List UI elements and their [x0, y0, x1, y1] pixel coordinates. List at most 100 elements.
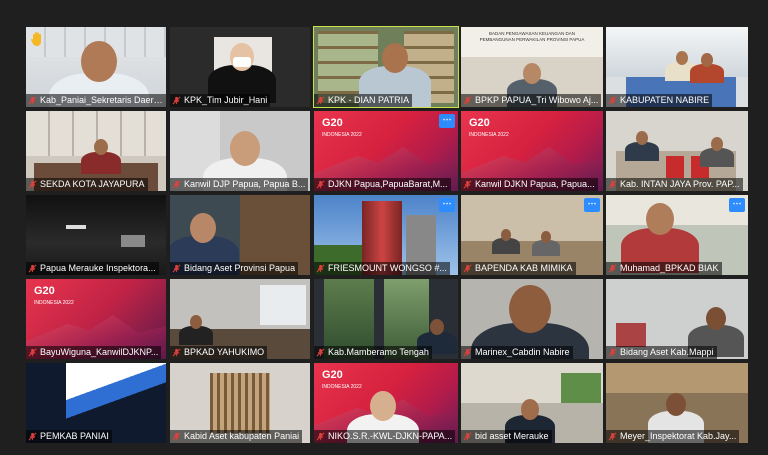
participant-tile[interactable]: ⋯ FRIESMOUNT WONGSO #... — [314, 195, 458, 275]
participant-tile[interactable]: ⋯ BAPENDA KAB MIMIKA — [461, 195, 603, 275]
participant-tile[interactable]: BPKAD YAHUKIMO — [170, 279, 310, 359]
participant-name: KPK_Tim Jubir_Hani — [184, 95, 268, 105]
participant-name: KPK - DIAN PATRIA — [328, 95, 410, 105]
participant-name-bar: FRIESMOUNT WONGSO #... — [314, 262, 450, 275]
muted-mic-icon — [608, 432, 617, 441]
muted-mic-icon — [463, 432, 472, 441]
participant-name: Kabid Aset kabupaten Paniai — [184, 431, 300, 441]
participant-name-bar: BPKAD YAHUKIMO — [170, 346, 268, 359]
participant-name-bar: BAPENDA KAB MIMIKA — [461, 262, 576, 275]
participant-name-bar: Muhamad_BPKAD BIAK — [606, 262, 722, 275]
participant-name-bar: Marinex_Cabdin Nabire — [461, 346, 573, 359]
muted-mic-icon — [316, 264, 325, 273]
participant-name: DJKN Papua,PapuaBarat,M... — [328, 179, 448, 189]
participant-name: Bidang Aset Kab.Mappi — [620, 347, 714, 357]
participant-tile[interactable]: Kanwil DJP Papua, Papua B... — [170, 111, 310, 191]
participant-name: Kanwil DJP Papua, Papua B... — [184, 179, 306, 189]
participant-tile[interactable]: KABUPATEN NABIRE — [606, 27, 748, 107]
participant-name: FRIESMOUNT WONGSO #... — [328, 263, 447, 273]
muted-mic-icon — [172, 348, 181, 357]
participant-tile[interactable]: ⋯ Muhamad_BPKAD BIAK — [606, 195, 748, 275]
participant-name: NIKO.S.R.-KWL-DJKN-PAPA... — [328, 431, 453, 441]
participant-name-bar: Papua Merauke Inspektora... — [26, 262, 159, 275]
participant-tile[interactable]: Kab.Mamberamo Tengah — [314, 279, 458, 359]
participant-tile[interactable]: G20 INDONESIA 2022 BayuWiguna_KanwilDJKNP… — [26, 279, 166, 359]
muted-mic-icon — [172, 432, 181, 441]
muted-mic-icon — [463, 180, 472, 189]
participant-name: SEKDA KOTA JAYAPURA — [40, 179, 145, 189]
muted-mic-icon — [463, 96, 472, 105]
g20-subtitle: INDONESIA 2022 — [34, 300, 74, 306]
participant-name: Marinex_Cabdin Nabire — [475, 347, 570, 357]
participant-name: bid asset Merauke — [475, 431, 549, 441]
muted-mic-icon — [316, 348, 325, 357]
more-options-button[interactable]: ⋯ — [439, 198, 455, 212]
participant-tile[interactable]: Kabid Aset kabupaten Paniai — [170, 363, 310, 443]
participant-tile[interactable]: KPK - DIAN PATRIA — [313, 26, 459, 108]
muted-mic-icon — [28, 264, 37, 273]
participant-tile[interactable]: Kab_Paniai_Sekretaris Daerah_... — [26, 27, 166, 107]
muted-mic-icon — [172, 180, 181, 189]
g20-title: G20 — [322, 369, 343, 381]
muted-mic-icon — [172, 264, 181, 273]
participant-name-bar: Kab. INTAN JAYA Prov. PAP... — [606, 178, 743, 191]
participant-name-bar: BPKP PAPUA_Tri Wibowo Aj... — [461, 94, 602, 107]
participant-name: BPKAD YAHUKIMO — [184, 347, 265, 357]
more-options-button[interactable]: ⋯ — [584, 198, 600, 212]
participant-name-bar: Kabid Aset kabupaten Paniai — [170, 430, 303, 443]
muted-mic-icon — [28, 96, 37, 105]
participant-name: BayuWiguna_KanwilDJKNP... — [40, 347, 159, 357]
participant-name-bar: Bidang Aset Kab.Mappi — [606, 346, 717, 359]
muted-mic-icon — [463, 264, 472, 273]
participant-name: Kanwil DJKN Papua, Papua... — [475, 179, 595, 189]
g20-title: G20 — [469, 117, 490, 129]
participant-name: Meyer_Inspektorat Kab.Jay... — [620, 431, 737, 441]
video-grid: Kab_Paniai_Sekretaris Daerah_... KPK_Tim… — [0, 0, 768, 455]
participant-tile[interactable]: PEMKAB PANIAI — [26, 363, 166, 443]
participant-name-bar: Kab_Paniai_Sekretaris Daerah_... — [26, 94, 166, 107]
participant-name: Papua Merauke Inspektora... — [40, 263, 156, 273]
participant-name: PEMKAB PANIAI — [40, 431, 109, 441]
participant-name-bar: SEKDA KOTA JAYAPURA — [26, 178, 148, 191]
participant-name: Muhamad_BPKAD BIAK — [620, 263, 719, 273]
participant-tile[interactable]: Bidang Aset Kab.Mappi — [606, 279, 748, 359]
participant-tile[interactable]: G20 INDONESIA 2022 NIKO.S.R.-KWL-DJKN-PAP… — [314, 363, 458, 443]
g20-logo: G20 INDONESIA 2022 — [469, 117, 509, 141]
participant-name-bar: Kanwil DJKN Papua, Papua... — [461, 178, 598, 191]
muted-mic-icon — [172, 96, 181, 105]
muted-mic-icon — [316, 96, 325, 105]
muted-mic-icon — [463, 348, 472, 357]
participant-name-bar: Meyer_Inspektorat Kab.Jay... — [606, 430, 740, 443]
participant-tile[interactable]: Meyer_Inspektorat Kab.Jay... — [606, 363, 748, 443]
muted-mic-icon — [316, 180, 325, 189]
muted-mic-icon — [28, 180, 37, 189]
participant-tile[interactable]: SEKDA KOTA JAYAPURA — [26, 111, 166, 191]
g20-logo: G20 INDONESIA 2022 — [34, 285, 74, 309]
participant-name-bar: Kab.Mamberamo Tengah — [314, 346, 432, 359]
participant-tile[interactable]: G20 INDONESIA 2022 ⋯ DJKN Papua,PapuaBarat… — [314, 111, 458, 191]
participant-name-bar: bid asset Merauke — [461, 430, 552, 443]
more-options-button[interactable]: ⋯ — [439, 114, 455, 128]
muted-mic-icon — [608, 348, 617, 357]
participant-tile[interactable]: G20 INDONESIA 2022 Kanwil DJKN Papua, Pap… — [461, 111, 603, 191]
participant-name-bar: DJKN Papua,PapuaBarat,M... — [314, 178, 451, 191]
participant-name-bar: KPK - DIAN PATRIA — [314, 94, 413, 107]
g20-logo: G20 INDONESIA 2022 — [322, 369, 362, 393]
g20-subtitle: INDONESIA 2022 — [322, 384, 362, 390]
more-options-button[interactable]: ⋯ — [729, 198, 745, 212]
participant-tile[interactable]: Marinex_Cabdin Nabire — [461, 279, 603, 359]
participant-name: Kab. INTAN JAYA Prov. PAP... — [620, 179, 740, 189]
participant-tile[interactable]: Papua Merauke Inspektora... — [26, 195, 166, 275]
participant-name: KABUPATEN NABIRE — [620, 95, 710, 105]
muted-mic-icon — [28, 432, 37, 441]
muted-mic-icon — [608, 180, 617, 189]
participant-tile[interactable]: bid asset Merauke — [461, 363, 603, 443]
participant-name-bar: KABUPATEN NABIRE — [606, 94, 713, 107]
participant-tile[interactable]: KPK_Tim Jubir_Hani — [170, 27, 310, 107]
participant-tile[interactable]: Kab. INTAN JAYA Prov. PAP... — [606, 111, 748, 191]
participant-name-bar: Kanwil DJP Papua, Papua B... — [170, 178, 309, 191]
participant-tile[interactable]: BADAN PENGAWASAN KEUANGAN DAN PEMBANGUNA… — [461, 27, 603, 107]
g20-title: G20 — [34, 285, 55, 297]
participant-name-bar: NIKO.S.R.-KWL-DJKN-PAPA... — [314, 430, 456, 443]
participant-tile[interactable]: Bidang Aset Provinsi Papua — [170, 195, 310, 275]
